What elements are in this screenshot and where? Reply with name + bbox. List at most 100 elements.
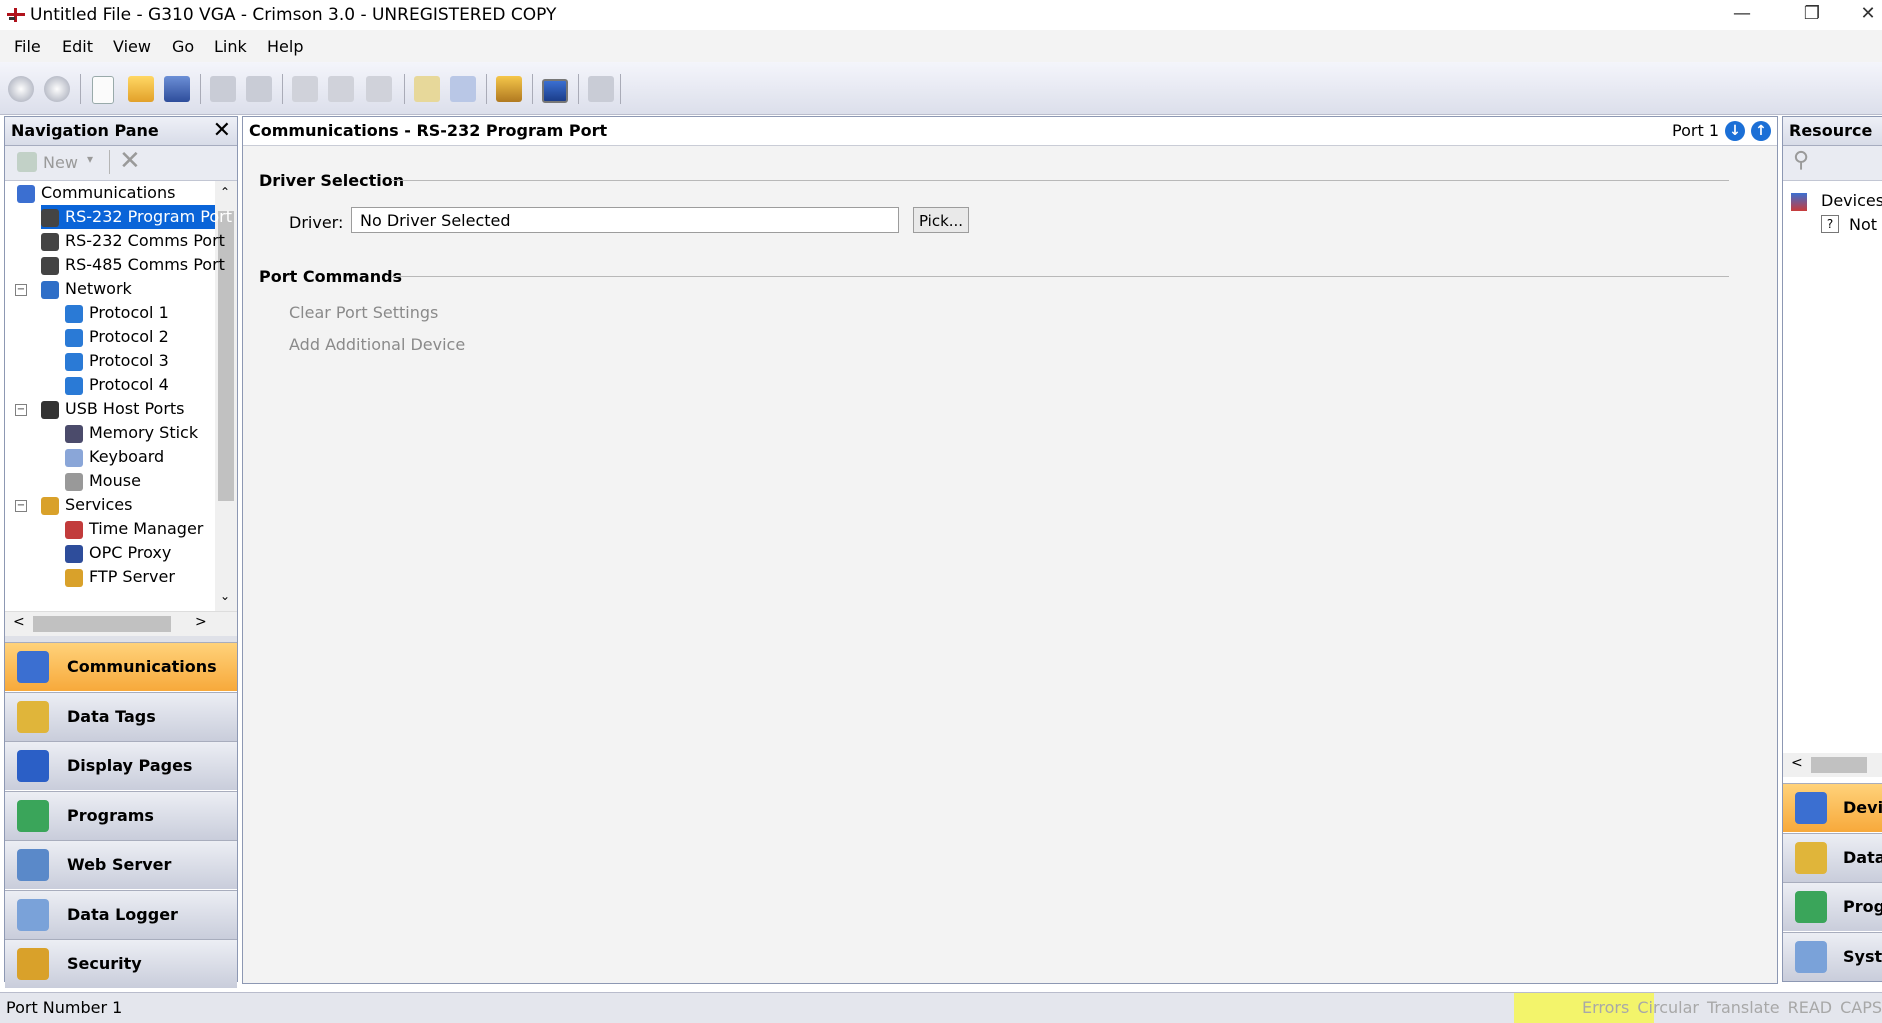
tree-item[interactable]: RS-485 Comms Port bbox=[41, 253, 225, 277]
horizontal-scroll-thumb[interactable] bbox=[33, 616, 171, 632]
tree-item[interactable]: Services bbox=[41, 493, 215, 517]
redo-icon[interactable] bbox=[246, 76, 272, 102]
tree-item[interactable]: RS-232 Program Port bbox=[41, 205, 232, 229]
tree-item[interactable]: FTP Server bbox=[65, 565, 215, 589]
resource-pane-header: Resource Pa bbox=[1783, 117, 1882, 168]
security-icon bbox=[17, 948, 49, 980]
collapse-toggle-icon[interactable]: − bbox=[15, 284, 27, 296]
new-item-button[interactable]: New bbox=[43, 153, 78, 172]
toolbar bbox=[0, 62, 1882, 115]
port-commands-heading: Port Commands bbox=[259, 267, 403, 286]
monitor-icon[interactable] bbox=[542, 79, 568, 103]
scroll-up-icon[interactable]: ⌃ bbox=[220, 185, 230, 199]
search-icon[interactable]: ⚲ bbox=[1793, 148, 1809, 173]
driver-field[interactable]: No Driver Selected bbox=[351, 207, 899, 233]
category-list: Communications Data Tags Display Pages Prog… bbox=[5, 642, 237, 988]
tree-item-label: Mouse bbox=[89, 471, 141, 490]
tree-item[interactable]: Memory Stick bbox=[65, 421, 215, 445]
tree-item[interactable]: Time Manager bbox=[65, 517, 215, 541]
new-file-icon[interactable] bbox=[92, 76, 114, 104]
menu-go[interactable]: Go bbox=[172, 37, 194, 56]
app-logo-icon bbox=[7, 8, 25, 22]
resource-category[interactable]: Data bbox=[1783, 832, 1882, 882]
category-programs[interactable]: Programs bbox=[5, 790, 237, 840]
resource-not-selected[interactable]: Not bbox=[1849, 215, 1877, 234]
copy-icon[interactable] bbox=[328, 76, 354, 102]
resource-category[interactable]: Progr bbox=[1783, 882, 1882, 931]
category-communications[interactable]: Communications bbox=[5, 642, 237, 691]
scroll-down-icon[interactable]: ⌄ bbox=[220, 589, 230, 603]
category-label: Security bbox=[67, 954, 142, 973]
menu-file[interactable]: File bbox=[14, 37, 41, 56]
category-web-server[interactable]: Web Server bbox=[5, 840, 237, 889]
delete-icon[interactable]: ✕ bbox=[119, 146, 141, 176]
back-icon[interactable] bbox=[8, 76, 34, 102]
tree-item[interactable]: Mouse bbox=[65, 469, 215, 493]
resource-category[interactable]: Syste bbox=[1783, 931, 1882, 981]
tree-item-label: Time Manager bbox=[89, 519, 204, 538]
tree-item[interactable]: Communications bbox=[17, 181, 215, 205]
tree-item[interactable]: Protocol 3 bbox=[65, 349, 215, 373]
handshake-icon[interactable] bbox=[496, 76, 522, 102]
restore-button[interactable]: ❐ bbox=[1784, 0, 1840, 30]
web-server-icon bbox=[17, 849, 49, 881]
paste-icon[interactable] bbox=[366, 76, 392, 102]
port-label: Port 1 bbox=[1672, 121, 1719, 140]
tree-item[interactable]: OPC Proxy bbox=[65, 541, 215, 565]
tree-item[interactable]: Protocol 2 bbox=[65, 325, 215, 349]
scroll-right-icon[interactable]: > bbox=[195, 614, 207, 630]
resource-category-icon bbox=[1795, 841, 1827, 874]
scroll-left-icon[interactable]: < bbox=[13, 614, 25, 630]
tree-item[interactable]: USB Host Ports bbox=[41, 397, 215, 421]
menu-edit[interactable]: Edit bbox=[62, 37, 93, 56]
previous-port-icon[interactable]: ↑ bbox=[1751, 121, 1771, 141]
protocol-icon bbox=[65, 304, 83, 323]
category-data-logger[interactable]: Data Logger bbox=[5, 889, 237, 939]
minimize-button[interactable]: — bbox=[1714, 0, 1770, 30]
tree-item[interactable]: Keyboard bbox=[65, 445, 215, 469]
close-pane-icon[interactable]: ✕ bbox=[213, 117, 231, 145]
nav-subbar: New ▾ ✕ bbox=[5, 146, 237, 181]
forward-icon[interactable] bbox=[44, 76, 70, 102]
category-data-tags[interactable]: Data Tags bbox=[5, 691, 237, 741]
next-port-icon[interactable]: ↓ bbox=[1725, 121, 1745, 141]
category-label: Programs bbox=[67, 805, 154, 825]
close-window-button[interactable]: ✕ bbox=[1854, 0, 1882, 30]
resource-category[interactable]: Devic bbox=[1783, 783, 1882, 832]
collapse-toggle-icon[interactable]: − bbox=[15, 404, 27, 416]
tree-item-label: RS-232 Comms Port bbox=[65, 231, 225, 250]
tree-item[interactable]: Protocol 1 bbox=[65, 301, 215, 325]
resource-horizontal-scrollbar[interactable]: < bbox=[1783, 753, 1882, 777]
opc-proxy-icon bbox=[65, 544, 83, 563]
menu-view[interactable]: View bbox=[113, 37, 151, 56]
driver-label: Driver: bbox=[289, 213, 344, 232]
clear-port-settings-link[interactable]: Clear Port Settings bbox=[289, 303, 438, 322]
category-display-pages[interactable]: Display Pages bbox=[5, 741, 237, 790]
add-additional-device-link[interactable]: Add Additional Device bbox=[289, 335, 465, 354]
find-all-icon[interactable] bbox=[414, 76, 440, 102]
status-indicator: CAPS bbox=[1840, 998, 1882, 1017]
cut-icon[interactable] bbox=[292, 76, 318, 102]
menu-link[interactable]: Link bbox=[214, 37, 247, 56]
open-icon[interactable] bbox=[128, 76, 154, 102]
resource-devices[interactable]: Devices bbox=[1821, 191, 1882, 210]
pick-driver-button[interactable]: Pick... bbox=[913, 207, 969, 233]
new-dropdown-icon[interactable]: ▾ bbox=[87, 152, 93, 166]
tree-horizontal-scrollbar[interactable]: < > bbox=[5, 611, 237, 636]
main-header: Communications - RS-232 Program Port Por… bbox=[243, 117, 1777, 146]
resource-category-list: Devic Data Progr Syste bbox=[1783, 783, 1882, 981]
category-security[interactable]: Security bbox=[5, 939, 237, 988]
data-tags-icon bbox=[17, 700, 49, 733]
undo-icon[interactable] bbox=[210, 76, 236, 102]
resource-scroll-left-icon[interactable]: < bbox=[1791, 755, 1803, 771]
tree-item[interactable]: Network bbox=[41, 277, 215, 301]
menu-help[interactable]: Help bbox=[267, 37, 303, 56]
category-label: Display Pages bbox=[67, 756, 193, 775]
navigation-tree: ⌃ ⌄ Communications RS-232 Program Port RS-… bbox=[5, 181, 237, 611]
wand-icon[interactable] bbox=[588, 76, 614, 102]
collapse-toggle-icon[interactable]: − bbox=[15, 500, 27, 512]
save-icon[interactable] bbox=[164, 76, 190, 102]
find-icon[interactable] bbox=[450, 76, 476, 102]
tree-item[interactable]: RS-232 Comms Port bbox=[41, 229, 225, 253]
tree-item[interactable]: Protocol 4 bbox=[65, 373, 215, 397]
